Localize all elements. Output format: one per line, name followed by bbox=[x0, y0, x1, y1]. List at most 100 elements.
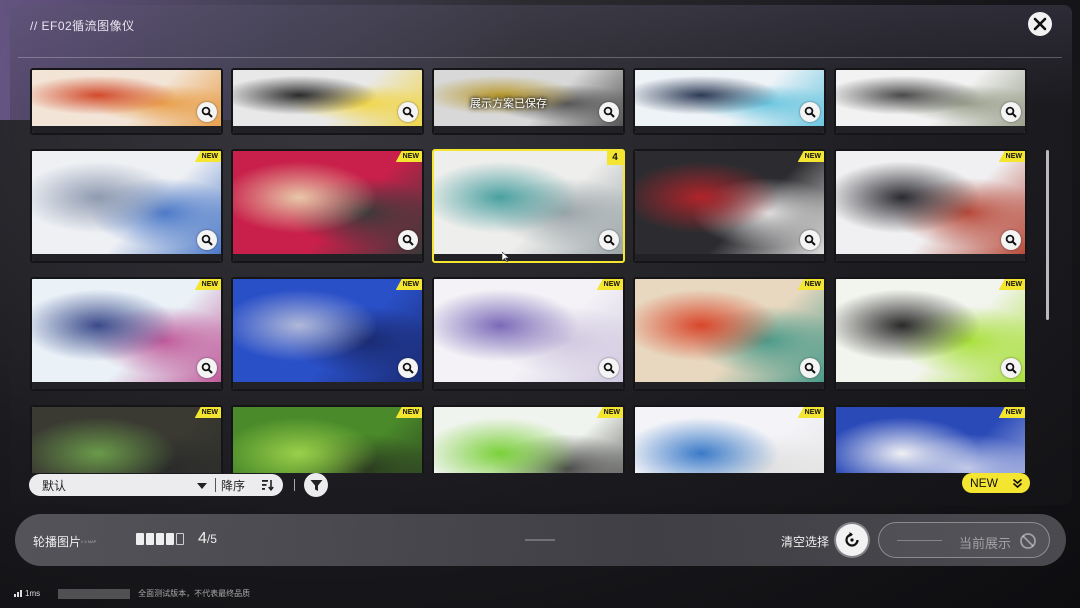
status-bar: 1ms 全面测试版本，不代表最终品质 bbox=[14, 588, 250, 599]
zoom-button[interactable] bbox=[800, 358, 820, 378]
zoom-button[interactable] bbox=[398, 102, 418, 122]
image-thumbnail bbox=[836, 70, 1025, 126]
image-card[interactable]: NEW bbox=[633, 405, 826, 473]
magnifier-icon bbox=[402, 106, 414, 118]
image-card[interactable]: NEW bbox=[231, 149, 424, 263]
sort-descending-icon bbox=[262, 480, 274, 491]
image-thumbnail bbox=[836, 407, 1025, 473]
zoom-button[interactable] bbox=[800, 102, 820, 122]
card-footer bbox=[434, 382, 623, 389]
filter-icon bbox=[310, 479, 322, 491]
new-filter-toggle[interactable]: NEW bbox=[962, 473, 1030, 493]
double-chevron-down-icon bbox=[1012, 478, 1023, 488]
current-display-button[interactable]: 当前展示 bbox=[878, 522, 1050, 558]
close-icon bbox=[1033, 17, 1047, 31]
reset-icon bbox=[845, 532, 859, 547]
image-thumbnail bbox=[32, 279, 221, 382]
latency-readout: 1ms bbox=[25, 589, 41, 598]
image-card[interactable]: NEW bbox=[231, 277, 424, 391]
zoom-button[interactable] bbox=[398, 358, 418, 378]
zoom-button[interactable] bbox=[800, 230, 820, 250]
carousel-slot-filled bbox=[166, 533, 174, 545]
image-card[interactable]: 4 bbox=[432, 149, 625, 263]
zoom-button[interactable] bbox=[197, 358, 217, 378]
zoom-button[interactable] bbox=[1001, 230, 1021, 250]
zoom-button[interactable] bbox=[197, 102, 217, 122]
filter-button[interactable] bbox=[304, 473, 328, 497]
clear-selection-button[interactable] bbox=[836, 524, 868, 556]
build-note: 全面测试版本，不代表最终品质 bbox=[138, 589, 251, 598]
image-card[interactable]: NEW bbox=[834, 405, 1027, 473]
magnifier-icon bbox=[1005, 234, 1017, 246]
cursor-icon bbox=[502, 252, 510, 262]
save-toast: 展示方案已保存 bbox=[470, 98, 547, 110]
carousel-label: 轮播图片 bbox=[33, 535, 82, 549]
zoom-button[interactable] bbox=[197, 230, 217, 250]
carousel-sublabel: // 4 MAP bbox=[81, 539, 97, 544]
center-decoration bbox=[525, 539, 555, 541]
filter-divider bbox=[294, 479, 295, 491]
order-badge: 4 bbox=[607, 151, 623, 165]
card-footer bbox=[32, 126, 221, 133]
image-thumbnail bbox=[434, 279, 623, 382]
image-card[interactable]: NEW bbox=[633, 277, 826, 391]
card-footer bbox=[32, 254, 221, 261]
image-thumbnail bbox=[635, 407, 824, 473]
carousel-count-current: 4 bbox=[198, 530, 207, 547]
image-card[interactable]: NEW bbox=[432, 277, 625, 391]
image-card[interactable] bbox=[231, 68, 424, 135]
zoom-button[interactable] bbox=[1001, 358, 1021, 378]
card-footer bbox=[635, 382, 824, 389]
sort-order-label: 降序 bbox=[221, 478, 246, 493]
card-footer bbox=[434, 254, 623, 261]
image-thumbnail bbox=[32, 151, 221, 254]
current-display-label: 当前展示 bbox=[959, 536, 1012, 551]
image-card[interactable]: NEW bbox=[834, 149, 1027, 263]
image-thumbnail bbox=[233, 407, 422, 473]
zoom-button[interactable] bbox=[599, 358, 619, 378]
image-thumbnail bbox=[836, 151, 1025, 254]
image-grid-viewport[interactable]: NEW NEW 4 NEW NEW NEW NEW NEW NEW NEW NEW NEW NEW NEW… bbox=[30, 68, 1035, 473]
image-card[interactable] bbox=[834, 68, 1027, 135]
carousel-bar: 轮播图片 // 4 MAP 4/5 清空选择 当前展示 bbox=[15, 514, 1066, 566]
magnifier-icon bbox=[201, 234, 213, 246]
sort-dropdown[interactable]: 默认 bbox=[29, 477, 215, 494]
carousel-slot-filled bbox=[146, 533, 154, 545]
image-card[interactable]: NEW bbox=[633, 149, 826, 263]
image-card[interactable]: NEW bbox=[30, 405, 223, 473]
carousel-slot-filled bbox=[136, 533, 144, 545]
image-card[interactable]: NEW bbox=[231, 405, 424, 473]
sort-bar: 默认 降序 bbox=[29, 474, 283, 496]
image-card[interactable] bbox=[633, 68, 826, 135]
image-card[interactable] bbox=[30, 68, 223, 135]
image-card[interactable]: NEW bbox=[30, 149, 223, 263]
card-footer bbox=[434, 126, 623, 133]
magnifier-icon bbox=[804, 234, 816, 246]
magnifier-icon bbox=[402, 234, 414, 246]
carousel-slot-filled bbox=[156, 533, 164, 545]
magnifier-icon bbox=[1005, 106, 1017, 118]
image-thumbnail bbox=[233, 70, 422, 126]
card-footer bbox=[233, 382, 422, 389]
image-thumbnail bbox=[434, 407, 623, 473]
carousel-count-total: /5 bbox=[206, 532, 217, 546]
close-button[interactable] bbox=[1028, 12, 1052, 36]
sort-order-button[interactable]: 降序 bbox=[216, 477, 283, 494]
image-thumbnail bbox=[233, 279, 422, 382]
image-card[interactable]: NEW bbox=[432, 405, 625, 473]
clear-selection-label: 清空选择 bbox=[781, 535, 830, 549]
magnifier-icon bbox=[1005, 362, 1017, 374]
card-footer bbox=[836, 382, 1025, 389]
magnifier-icon bbox=[603, 106, 615, 118]
zoom-button[interactable] bbox=[1001, 102, 1021, 122]
image-thumbnail bbox=[635, 279, 824, 382]
zoom-button[interactable] bbox=[599, 230, 619, 250]
grid-scrollbar[interactable] bbox=[1046, 150, 1049, 320]
carousel-count: 4/5 bbox=[198, 530, 217, 548]
image-card[interactable]: NEW bbox=[30, 277, 223, 391]
zoom-button[interactable] bbox=[398, 230, 418, 250]
image-card[interactable]: NEW bbox=[834, 277, 1027, 391]
display-button-line bbox=[897, 540, 942, 541]
disabled-icon bbox=[1020, 533, 1036, 549]
zoom-button[interactable] bbox=[599, 102, 619, 122]
